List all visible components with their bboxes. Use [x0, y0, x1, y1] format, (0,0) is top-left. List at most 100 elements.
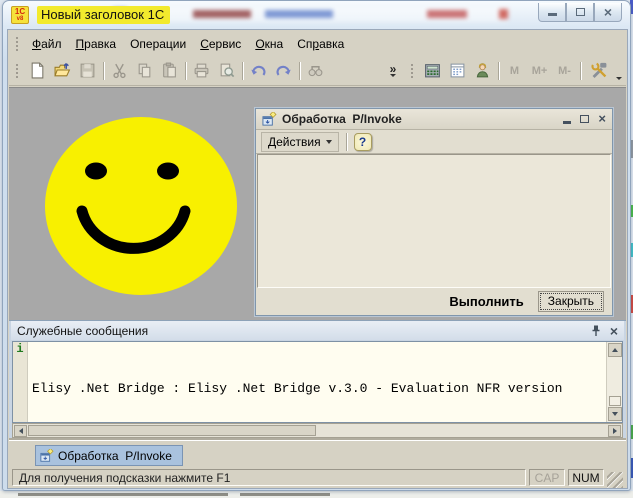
toolbar-separator — [498, 61, 499, 80]
main-toolbar: » M M+ M- — [9, 56, 626, 86]
dialog-maximize-icon[interactable] — [580, 115, 590, 123]
toolbar-dropdown-icon[interactable] — [616, 77, 622, 80]
mdi-workspace: Обработка P/Invoke × Действия ? Выполнит… — [9, 87, 626, 320]
actions-dropdown-arrow-icon — [325, 139, 332, 144]
info-icon: i — [16, 342, 24, 356]
restore-icon — [575, 7, 585, 16]
open-button[interactable] — [50, 59, 75, 83]
menu-item-windows[interactable]: Окна — [248, 34, 290, 54]
dialog-minimize-icon[interactable] — [563, 121, 572, 124]
scroll-left-button[interactable] — [14, 424, 27, 437]
messages-vertical-scrollbar[interactable] — [606, 342, 622, 422]
vertical-scroll-thumb[interactable] — [608, 396, 621, 406]
find-button[interactable] — [303, 59, 328, 83]
service-messages-panel: Служебные сообщения × i Elisy .Net Bridg… — [9, 320, 626, 440]
title-bar[interactable]: 1С v8 Новый заголовок 1С × — [3, 1, 630, 29]
menu-item-edit[interactable]: Правка — [69, 34, 124, 54]
tools-hammer-wrench-icon — [590, 62, 606, 79]
customize-tools-button[interactable] — [584, 59, 614, 83]
pin-icon[interactable] — [590, 324, 602, 337]
minimize-icon — [547, 13, 557, 16]
new-document-icon — [31, 62, 44, 79]
mdi-tab-bar: Обработка P/Invoke — [9, 440, 626, 467]
toolbar-overflow-button[interactable]: » — [384, 62, 402, 77]
window-controls: × — [538, 2, 622, 22]
memory-subtract-button[interactable]: M- — [552, 59, 577, 83]
dialog-close-button[interactable]: Закрыть — [537, 291, 604, 312]
calendar-button[interactable] — [445, 59, 470, 83]
paste-button[interactable] — [157, 59, 182, 83]
print-preview-icon — [220, 63, 235, 78]
tab-label: Обработка P/Invoke — [58, 448, 172, 463]
dialog-title: Обработка P/Invoke — [282, 112, 402, 126]
print-preview-button[interactable] — [214, 59, 239, 83]
desktop-fragment — [0, 491, 633, 498]
scroll-right-button[interactable] — [608, 424, 621, 437]
help-button[interactable]: ? — [353, 132, 372, 151]
restore-button[interactable] — [566, 2, 594, 22]
redo-button[interactable] — [271, 59, 296, 83]
menu-item-file[interactable]: Файл — [25, 34, 69, 54]
1c-app-icon: 1С v8 — [11, 6, 29, 24]
undo-arrow-icon — [251, 65, 266, 76]
paste-clipboard-icon — [163, 62, 176, 78]
toolbar-grip[interactable] — [15, 62, 19, 79]
menubar-grip[interactable] — [15, 36, 19, 52]
toolbar-separator — [242, 61, 243, 80]
save-button[interactable] — [75, 59, 100, 83]
dialog-toolbar: Действия ? — [256, 130, 612, 154]
scroll-up-button[interactable] — [607, 343, 622, 357]
dialog-toolbar-separator — [345, 132, 347, 151]
calculator-button[interactable] — [420, 59, 445, 83]
messages-text-area[interactable]: i Elisy .Net Bridge : Elisy .Net Bridge … — [12, 341, 623, 423]
person-icon — [476, 63, 489, 78]
smiley-face-drawing — [43, 115, 239, 297]
close-button[interactable]: × — [594, 2, 622, 22]
toolbar-grip[interactable] — [410, 62, 414, 79]
user-button[interactable] — [470, 59, 495, 83]
toolbar-separator — [299, 61, 300, 80]
smiley-right-eye — [157, 162, 179, 180]
messages-close-icon[interactable]: × — [610, 324, 618, 338]
messages-gutter: i — [13, 342, 28, 422]
messages-header[interactable]: Служебные сообщения × — [11, 321, 624, 340]
dialog-form-area[interactable] — [257, 154, 611, 288]
actions-dropdown-button[interactable]: Действия — [261, 131, 339, 152]
chevron-more-icon: » — [389, 62, 397, 76]
menu-bar: Файл Правка Операции Сервис Окна Справка — [9, 32, 626, 56]
menu-item-help[interactable]: Справка — [290, 34, 351, 54]
copy-button[interactable] — [132, 59, 157, 83]
toolbar-separator — [185, 61, 186, 80]
scroll-left-icon — [18, 427, 23, 434]
execute-button[interactable]: Выполнить — [449, 294, 523, 309]
processing-window-icon — [262, 111, 277, 126]
new-document-button[interactable] — [25, 59, 50, 83]
horizontal-scroll-thumb[interactable] — [28, 425, 316, 436]
scroll-down-icon — [611, 412, 618, 416]
cut-button[interactable] — [107, 59, 132, 83]
dialog-close-icon[interactable]: × — [598, 112, 606, 125]
menu-item-operations[interactable]: Операции — [123, 34, 193, 54]
dialog-controls: × — [563, 112, 606, 125]
desktop-background: 1С v8 Новый заголовок 1С × Файл Правка О… — [0, 0, 633, 498]
binoculars-icon — [308, 66, 323, 77]
undo-button[interactable] — [246, 59, 271, 83]
messages-lines: Elisy .Net Bridge : Elisy .Net Bridge v.… — [28, 342, 606, 422]
print-button[interactable] — [189, 59, 214, 83]
scroll-down-button[interactable] — [607, 407, 622, 421]
status-bar: Для получения подсказки нажмите F1 CAP N… — [9, 467, 626, 488]
dialog-title-bar[interactable]: Обработка P/Invoke × — [256, 109, 612, 130]
messages-horizontal-scrollbar[interactable] — [12, 423, 623, 438]
question-mark-icon: ? — [358, 134, 367, 149]
resize-grip[interactable] — [607, 472, 623, 488]
menu-item-service[interactable]: Сервис — [193, 34, 248, 54]
toolbar-separator — [580, 61, 581, 80]
minimize-button[interactable] — [538, 2, 566, 22]
print-icon — [194, 63, 209, 78]
app-window: 1С v8 Новый заголовок 1С × Файл Правка О… — [2, 0, 631, 491]
memory-add-button[interactable]: M+ — [527, 59, 552, 83]
memory-recall-button[interactable]: M — [502, 59, 527, 83]
window-title: Новый заголовок 1С — [37, 6, 171, 24]
tab-pinvoke[interactable]: Обработка P/Invoke — [35, 445, 183, 466]
num-lock-indicator: NUM — [568, 469, 604, 486]
